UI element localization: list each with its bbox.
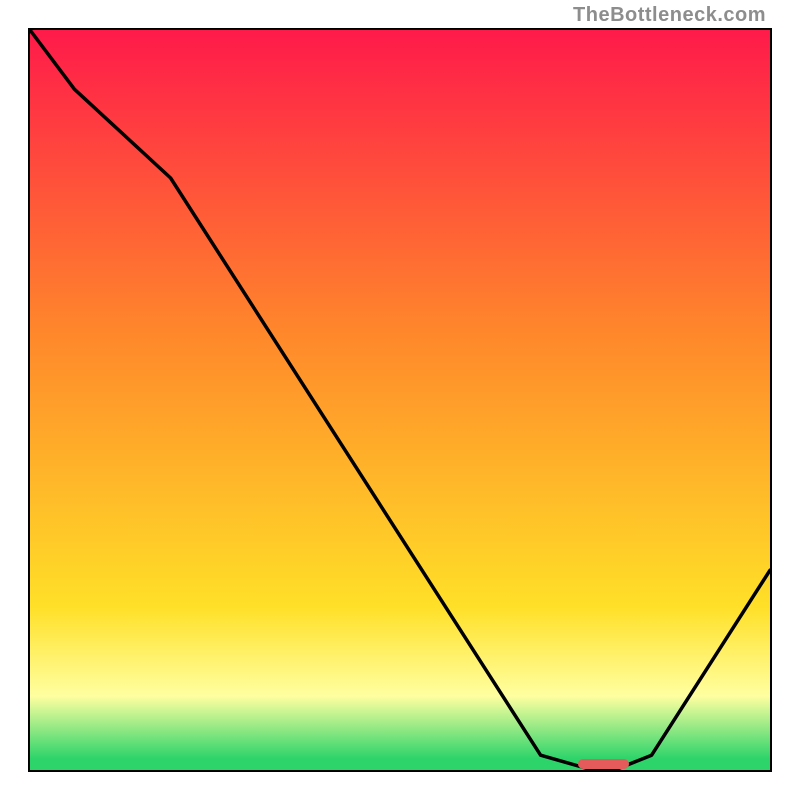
- axis-frame: [28, 28, 772, 772]
- chart-container: TheBottleneck.com: [0, 0, 800, 800]
- watermark-text: TheBottleneck.com: [573, 4, 766, 27]
